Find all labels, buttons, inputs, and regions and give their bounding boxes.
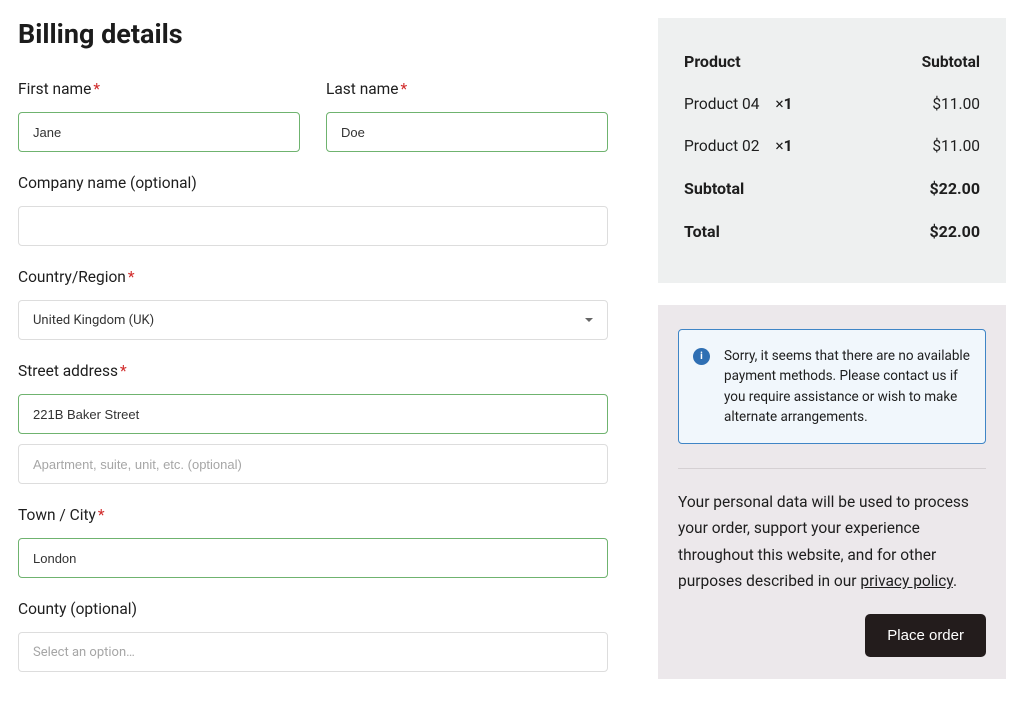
payment-notice: i Sorry, it seems that there are no avai… [678, 329, 986, 444]
info-icon: i [693, 348, 710, 365]
summary-item-name: Product 04 [684, 95, 759, 113]
street-address-input[interactable] [18, 394, 608, 434]
summary-subtotal-row: Subtotal $22.00 [684, 167, 980, 210]
place-order-button[interactable]: Place order [865, 614, 986, 657]
county-placeholder: Select an option… [33, 645, 135, 660]
summary-total-row: Total $22.00 [684, 210, 980, 253]
required-asterisk: * [128, 268, 135, 286]
country-selected-value: United Kingdom (UK) [33, 313, 154, 328]
field-county: County (optional) Select an option… [18, 600, 608, 672]
required-asterisk: * [98, 506, 105, 524]
required-asterisk: * [93, 80, 100, 98]
field-street-address-2 [18, 444, 608, 484]
field-street-address: Street address* [18, 362, 608, 434]
required-asterisk: * [120, 362, 127, 380]
first-name-input[interactable] [18, 112, 300, 152]
summary-item: Product 02 ×1 $11.00 [684, 125, 980, 167]
county-label: County (optional) [18, 600, 608, 618]
page-title: Billing details [18, 18, 608, 50]
summary-item-qty: ×1 [775, 137, 792, 155]
summary-subtotal-label: Subtotal [684, 179, 744, 198]
first-name-label: First name* [18, 80, 300, 98]
required-asterisk: * [401, 80, 408, 98]
field-company: Company name (optional) [18, 174, 608, 246]
country-select[interactable]: United Kingdom (UK) [18, 300, 608, 340]
summary-header-product: Product [684, 52, 741, 71]
order-summary: Product Subtotal Product 04 ×1 $11.00 Pr… [658, 18, 1006, 283]
street-address-2-input[interactable] [18, 444, 608, 484]
privacy-policy-link[interactable]: privacy policy [860, 572, 953, 590]
summary-subtotal-value: $22.00 [929, 179, 980, 198]
company-label: Company name (optional) [18, 174, 608, 192]
field-first-name: First name* [18, 80, 300, 152]
divider [678, 468, 986, 469]
summary-item-qty: ×1 [775, 95, 792, 113]
city-label: Town / City* [18, 506, 608, 524]
last-name-label: Last name* [326, 80, 608, 98]
privacy-text: Your personal data will be used to proce… [678, 489, 986, 594]
summary-total-label: Total [684, 222, 720, 241]
summary-header-subtotal: Subtotal [922, 53, 980, 71]
summary-item-price: $11.00 [932, 137, 980, 155]
last-name-input[interactable] [326, 112, 608, 152]
chevron-down-icon [585, 318, 593, 322]
field-city: Town / City* [18, 506, 608, 578]
field-country: Country/Region* United Kingdom (UK) [18, 268, 608, 340]
payment-notice-text: Sorry, it seems that there are no availa… [724, 346, 971, 427]
street-address-label: Street address* [18, 362, 608, 380]
country-label: Country/Region* [18, 268, 608, 286]
summary-item: Product 04 ×1 $11.00 [684, 83, 980, 125]
summary-item-name: Product 02 [684, 137, 759, 155]
summary-total-value: $22.00 [929, 222, 980, 241]
company-input[interactable] [18, 206, 608, 246]
county-select[interactable]: Select an option… [18, 632, 608, 672]
city-input[interactable] [18, 538, 608, 578]
summary-item-price: $11.00 [932, 95, 980, 113]
field-last-name: Last name* [326, 80, 608, 152]
payment-box: i Sorry, it seems that there are no avai… [658, 305, 1006, 679]
